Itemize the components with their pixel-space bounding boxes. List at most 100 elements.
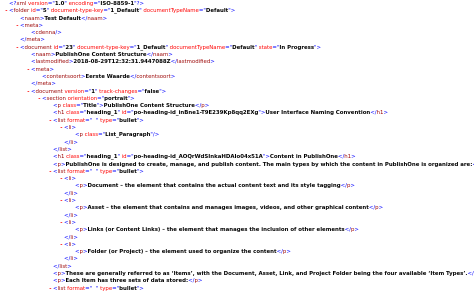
xml-line: </meta> [2, 37, 474, 44]
xml-attribute-value: 1.0 [55, 1, 65, 7]
xml-bracket: "> [128, 96, 135, 102]
xml-bracket: > [67, 264, 72, 270]
xml-attribute-name: id [120, 110, 127, 116]
xml-attribute-name: orientation [66, 96, 97, 102]
xml-line: <h1 class="heading_1" id="po-heading-id_… [2, 110, 474, 117]
xml-tag-name: meta [26, 37, 40, 43]
xml-attribute-value: heading_1 [87, 154, 118, 160]
xml-bracket: > [73, 191, 78, 197]
xml-attribute-name: type [98, 286, 112, 292]
xml-bracket: =" [199, 8, 206, 14]
collapse-toggle-icon[interactable]: - [38, 96, 41, 102]
xml-text-content: Content in PublishOne [270, 154, 338, 160]
xml-line: <p>PublishOne is designed to create, man… [2, 162, 474, 169]
xml-line: <cdenna/> [2, 30, 474, 37]
xml-tag-name: lastmodified [177, 59, 210, 65]
xml-attribute-name: encoding [67, 1, 93, 7]
xml-bracket: > [72, 125, 77, 131]
collapse-toggle-icon[interactable]: - [49, 118, 52, 124]
xml-bracket: > [73, 213, 78, 219]
collapse-toggle-icon[interactable]: - [60, 220, 63, 226]
xml-tag-name: naam [25, 16, 40, 22]
xml-line: <p>These are generally referred to as ‘I… [2, 271, 474, 278]
xml-line: -<list format=" " type="bullet"> [2, 118, 474, 125]
collapse-toggle-icon[interactable]: - [27, 89, 30, 95]
xml-attribute-value: Title [83, 103, 97, 109]
collapse-toggle-icon[interactable]: - [60, 125, 63, 131]
xml-text-content: These are generally referred to as ‘Item… [65, 271, 467, 277]
xml-line: -<document id="23" document-type-key="1_… [2, 45, 474, 52]
xml-bracket: > [72, 176, 77, 182]
indent-spacer: - [2, 45, 20, 52]
xml-bracket: =" [85, 286, 92, 292]
xml-line: <p>Folder (or Project) – the element use… [2, 249, 474, 256]
xml-bracket: > [198, 278, 203, 284]
indent-spacer: - [2, 96, 42, 103]
xml-attribute-name: class [61, 103, 76, 109]
xml-attribute-name: document-type-key [75, 45, 129, 51]
xml-attribute-value: false [144, 89, 159, 95]
xml-bracket: > [205, 103, 210, 109]
collapse-toggle-icon[interactable]: - [16, 45, 19, 51]
xml-attribute-name: class [64, 154, 79, 160]
collapse-toggle-icon[interactable]: - [60, 198, 63, 204]
xml-attribute-name: type [98, 118, 112, 124]
indent-spacer: - [2, 89, 31, 96]
collapse-toggle-icon[interactable]: - [16, 23, 19, 29]
xml-bracket: > [39, 23, 44, 29]
xml-bracket: "> [159, 89, 166, 95]
xml-attribute-value: 23 [65, 45, 73, 51]
indent-spacer: - [2, 286, 53, 293]
xml-tag-name: xml [16, 1, 26, 7]
indent-spacer: - [2, 8, 9, 15]
xml-line: <contentsoort>Eerste Waarde</contentsoor… [2, 74, 474, 81]
xml-tag-name: naam [87, 16, 102, 22]
xml-attribute-value: bullet [119, 286, 137, 292]
xml-document-view: <?xml version="1.0" encoding="ISO-8859-1… [0, 0, 474, 293]
xml-line: -<li> [2, 220, 474, 227]
xml-bracket: "> [137, 286, 144, 292]
collapse-toggle-icon[interactable]: - [27, 67, 30, 73]
xml-attribute-value: Default [232, 45, 254, 51]
xml-bracket: > [171, 74, 176, 80]
xml-bracket: =" [80, 110, 87, 116]
xml-text-content: 2018-08-29T12:32:31.9447088Z [73, 59, 170, 65]
xml-attribute-name: class [83, 132, 98, 138]
xml-line: <p>Links (or Content Links) – the elemen… [2, 227, 474, 234]
xml-bracket: > [383, 110, 388, 116]
xml-bracket: > [72, 242, 77, 248]
xml-attribute-name: track-changes [97, 89, 137, 95]
xml-text-content: Asset – the element that contains and ma… [87, 205, 368, 211]
xml-tag-name: section [47, 96, 66, 102]
xml-text-content: Folder (or Project) – the element used t… [87, 249, 276, 255]
xml-attribute-name: version [63, 89, 84, 95]
xml-line: -<list format=" " type="bullet"> [2, 286, 474, 293]
collapse-toggle-icon[interactable]: - [49, 169, 52, 175]
collapse-toggle-icon[interactable]: - [60, 176, 63, 182]
xml-text-content: PublishOne Content Structure [104, 103, 195, 109]
xml-line: -<document version="1" track-changes="fa… [2, 89, 474, 96]
xml-attribute-name: type [98, 169, 112, 175]
indent-spacer: - [2, 176, 64, 183]
xml-bracket: > [73, 256, 78, 262]
xml-attribute-name: format [65, 118, 85, 124]
xml-tag-name: cdenna [36, 30, 56, 36]
collapse-toggle-icon[interactable]: - [5, 8, 8, 14]
collapse-toggle-icon[interactable]: - [49, 286, 52, 292]
xml-bracket: > [210, 59, 215, 65]
xml-tag-name: meta [25, 23, 39, 29]
collapse-toggle-icon[interactable]: - [60, 242, 63, 248]
xml-attribute-value: po-heading-id_AOQrWdSInkaHDAIo04x51A [134, 154, 263, 160]
xml-attribute-name: id [120, 154, 127, 160]
xml-attribute-name: format [65, 286, 85, 292]
xml-attribute-value: List_Paragraph [105, 132, 150, 138]
xml-bracket: =" [130, 45, 137, 51]
xml-line: -<li> [2, 125, 474, 132]
xml-bracket: =" [112, 286, 119, 292]
xml-line: <p>Each Item has three sets of data stor… [2, 278, 474, 285]
xml-bracket: "> [97, 103, 104, 109]
xml-bracket: "> [228, 8, 235, 14]
xml-attribute-value: bullet [119, 169, 137, 175]
indent-spacer: - [2, 169, 53, 176]
xml-line: -<meta> [2, 23, 474, 30]
